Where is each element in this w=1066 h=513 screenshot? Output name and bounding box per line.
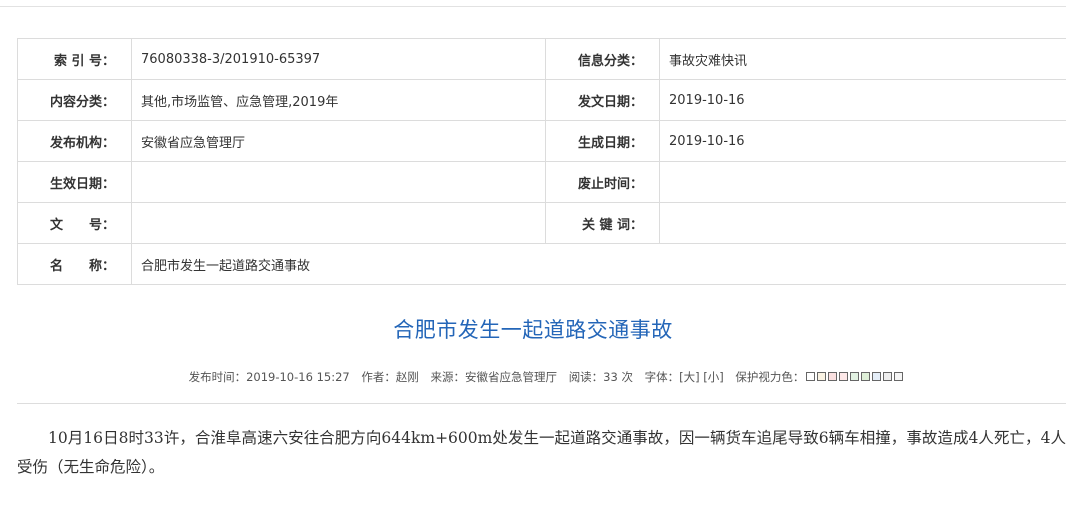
eye-color-swatch-8[interactable] [883, 372, 893, 381]
content-divider [17, 403, 1066, 404]
meta-row: 发布机构： 安徽省应急管理厅 生成日期： 2019-10-16 [17, 120, 1066, 162]
effective-date-value [131, 161, 546, 203]
meta-row: 索 引 号： 76080338-3/201910-65397 信息分类： 事故灾… [17, 38, 1066, 80]
eye-color-swatch-6[interactable] [861, 372, 871, 381]
content-category-value: 其他,市场监管、应急管理,2019年 [131, 79, 546, 121]
generated-date-label: 生成日期： [545, 120, 660, 162]
document-number-value [131, 202, 546, 244]
eye-protect-control: 保护视力色： [735, 370, 904, 384]
issue-date-label: 发文日期： [545, 79, 660, 121]
eye-color-swatches [804, 370, 904, 384]
index-number-value: 76080338-3/201910-65397 [131, 38, 546, 80]
keywords-label: 关 键 词： [545, 202, 660, 244]
eye-color-swatch-4[interactable] [839, 372, 849, 381]
eye-protect-label: 保护视力色： [735, 370, 805, 384]
name-label: 名 称： [17, 243, 132, 285]
article-title: 合肥市发生一起道路交通事故 [393, 318, 673, 342]
read-count: 阅读：33 次 [568, 370, 633, 384]
eye-color-swatch-9[interactable] [894, 372, 904, 381]
font-size-label: 字体： [644, 370, 680, 384]
content-category-label: 内容分类： [17, 79, 132, 121]
top-divider [0, 6, 1066, 7]
article-info-bar: 发布时间：2019-10-16 15:27 作者：赵刚 来源：安徽省应急管理厅 … [0, 369, 1066, 385]
meta-row: 名 称： 合肥市发生一起道路交通事故 [17, 243, 1066, 285]
article-body: 10月16日8时33许，合淮阜高速六安往合肥方向644km+600m处发生一起道… [17, 429, 1066, 476]
keywords-value [659, 202, 1066, 244]
abolish-time-value [659, 161, 1066, 203]
document-number-label: 文 号： [17, 202, 132, 244]
source: 来源：安徽省应急管理厅 [430, 370, 558, 384]
publisher-label: 发布机构： [17, 120, 132, 162]
abolish-time-label: 废止时间： [545, 161, 660, 203]
name-value: 合肥市发生一起道路交通事故 [131, 243, 1066, 285]
index-number-label: 索 引 号： [17, 38, 132, 80]
publish-time: 发布时间：2019-10-16 15:27 [188, 370, 350, 384]
issue-date-value: 2019-10-16 [659, 79, 1066, 121]
eye-color-swatch-2[interactable] [817, 372, 827, 381]
publisher-value: 安徽省应急管理厅 [131, 120, 546, 162]
eye-color-swatch-7[interactable] [872, 372, 882, 381]
generated-date-value: 2019-10-16 [659, 120, 1066, 162]
meta-row: 内容分类： 其他,市场监管、应急管理,2019年 发文日期： 2019-10-1… [17, 79, 1066, 121]
info-category-value: 事故灾难快讯 [659, 38, 1066, 80]
font-large-link[interactable]: [大] [679, 370, 699, 384]
meta-row: 文 号： 关 键 词： [17, 202, 1066, 244]
author: 作者：赵刚 [361, 370, 419, 384]
eye-color-swatch-3[interactable] [828, 372, 838, 381]
eye-color-swatch-5[interactable] [850, 372, 860, 381]
info-category-label: 信息分类： [545, 38, 660, 80]
font-small-link[interactable]: [小] [703, 370, 723, 384]
metadata-table: 索 引 号： 76080338-3/201910-65397 信息分类： 事故灾… [17, 38, 1066, 285]
eye-color-swatch-1[interactable] [806, 372, 816, 381]
effective-date-label: 生效日期： [17, 161, 132, 203]
meta-row: 生效日期： 废止时间： [17, 161, 1066, 203]
font-size-control: 字体：[大] [小] [645, 370, 724, 384]
